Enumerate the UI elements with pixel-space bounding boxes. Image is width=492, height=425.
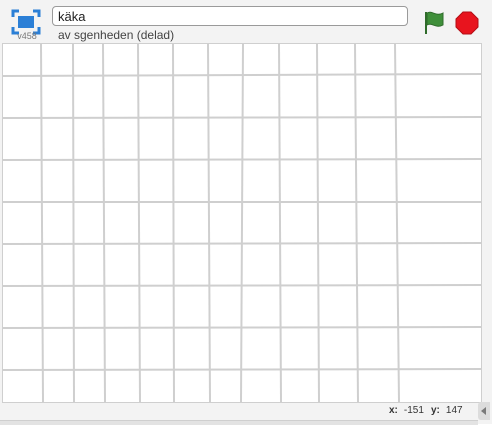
grid-horizontal-line [3,158,481,161]
collapse-arrow-button[interactable] [478,402,490,420]
x-label: x: [389,405,398,416]
version-label: v458 [17,31,37,41]
mouse-x-readout: x: -151 [389,405,424,416]
grid-vertical-line [72,44,75,402]
stage-canvas[interactable] [2,43,482,403]
stage-grid [3,44,481,402]
horizontal-scrollbar[interactable] [0,420,478,425]
grid-vertical-line [172,44,175,402]
grid-horizontal-line [3,242,481,245]
grid-horizontal-line [3,368,481,371]
grid-vertical-line [207,44,211,402]
grid-horizontal-line [3,116,481,119]
y-label: y: [431,405,440,416]
stop-icon [455,11,479,35]
grid-vertical-line [394,44,400,402]
project-title-input[interactable] [52,6,408,26]
y-value: 147 [445,405,463,416]
grid-horizontal-line [3,326,481,329]
grid-horizontal-line [3,284,481,287]
player-header: v458 av sgenheden (delad) [0,0,492,44]
green-flag-icon [425,11,444,34]
x-value: -151 [403,405,424,416]
mouse-y-readout: y: 147 [431,405,463,416]
green-flag-button[interactable] [422,10,446,36]
scratch-player: v458 av sgenheden (delad) x: -151 y: 147 [0,0,492,425]
grid-vertical-line [316,44,320,402]
grid-vertical-line [40,44,44,402]
project-byline: av sgenheden (delad) [58,28,175,42]
grid-vertical-line [354,44,359,402]
stop-button[interactable] [455,11,479,35]
grid-horizontal-line [3,73,481,77]
grid-vertical-line [278,44,282,402]
grid-vertical-line [137,44,141,402]
grid-vertical-line [102,44,106,402]
grid-vertical-line [240,44,244,402]
